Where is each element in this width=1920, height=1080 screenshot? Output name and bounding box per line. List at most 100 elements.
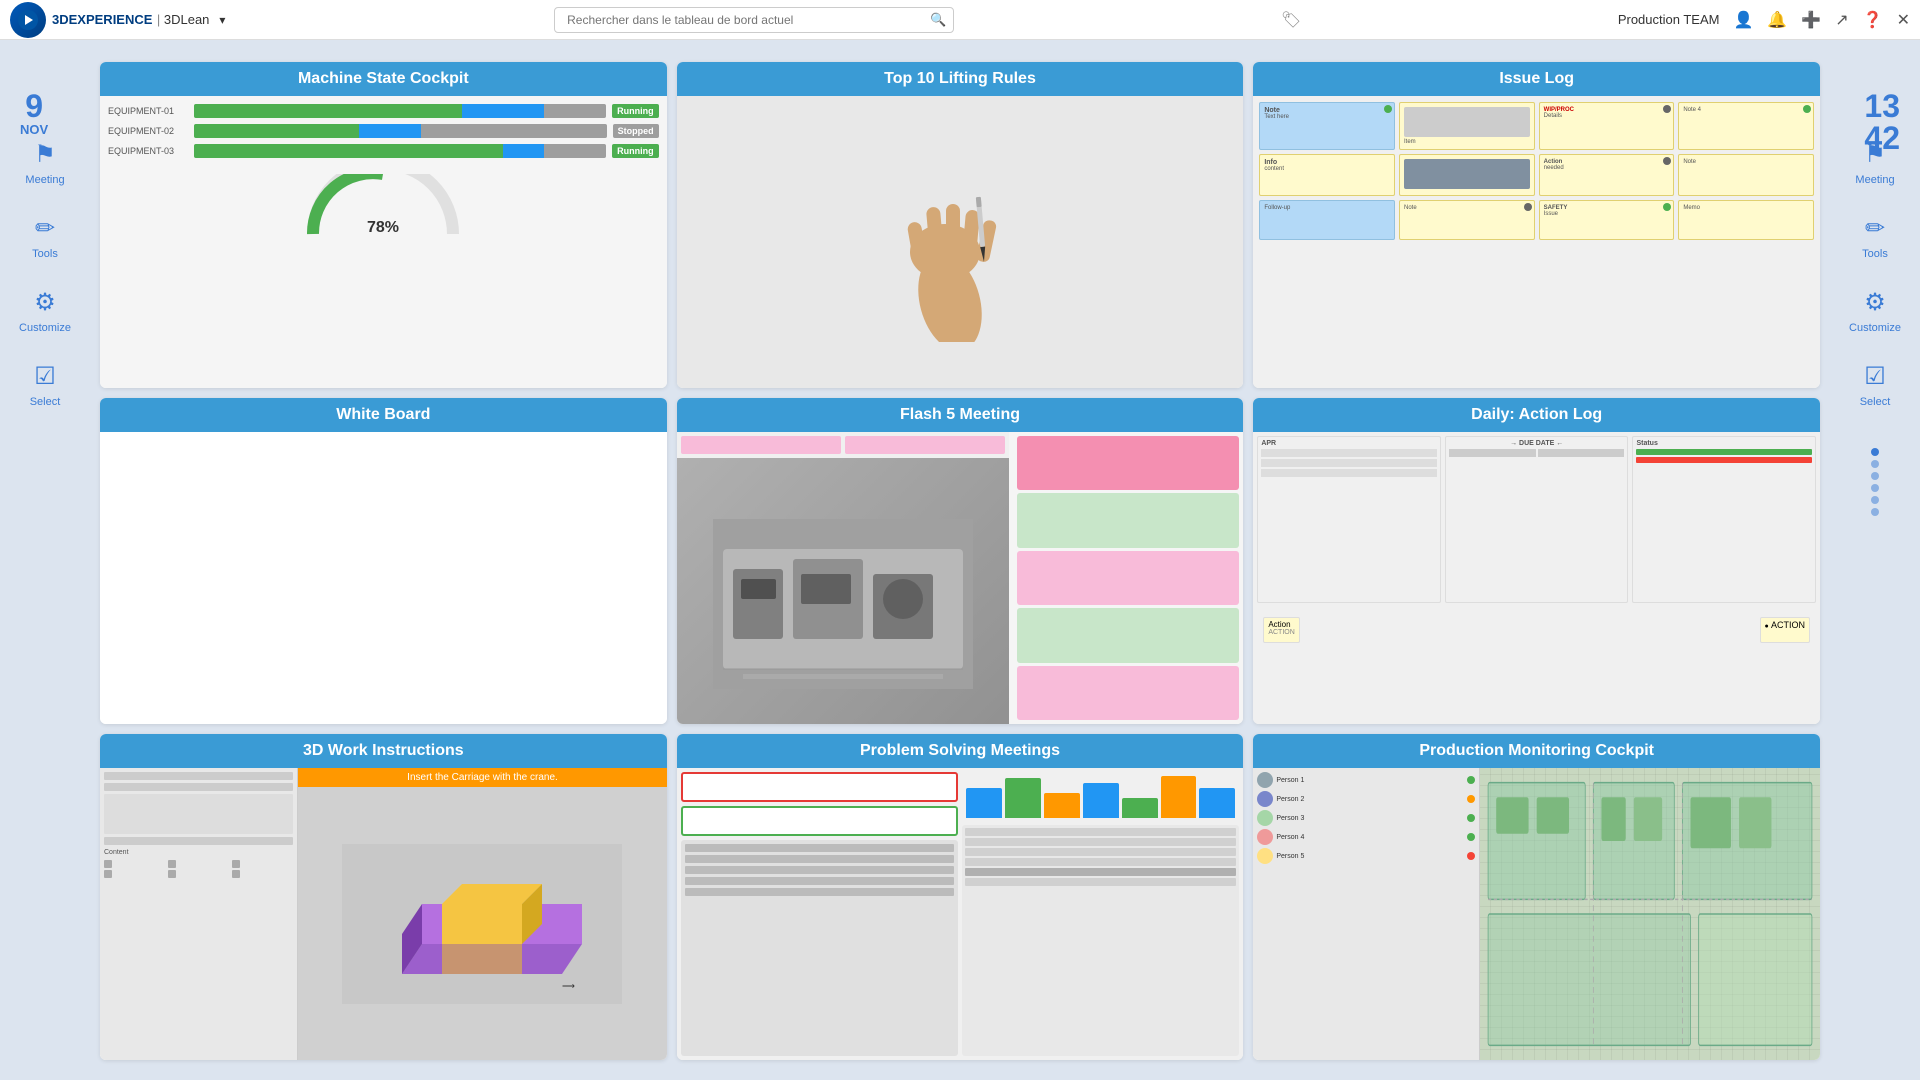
pm-map-view [1480,768,1820,1060]
tile-issue-log[interactable]: Issue Log Note Text here Item WIP/PROC D… [1253,62,1820,388]
tile-body-whiteboard [100,432,667,724]
pm-personnel-table: Person 1 Person 2 Person 3 [1257,772,1475,864]
wi-3d-view: ⟶ [298,787,666,1060]
sidebar-item-meeting-left[interactable]: ⚑ Meeting [25,140,64,186]
search-bar: 🔍 [554,7,954,33]
tile-3d-work-instructions[interactable]: 3D Work Instructions Content [100,734,667,1060]
meeting-icon-left: ⚑ [34,140,56,169]
3d-part-svg: ⟶ [342,844,622,1004]
tile-top10-lifting[interactable]: Top 10 Lifting Rules [677,62,1244,388]
notify-icon[interactable]: 🔔 [1767,10,1787,30]
svg-text:78%: 78% [367,219,399,236]
tile-whiteboard[interactable]: White Board [100,398,667,724]
sticky-note-1: Note Text here [1259,102,1395,150]
dropdown-icon[interactable]: ▾ [219,13,225,27]
share-icon[interactable]: ↗ [1835,10,1848,30]
sticky-note-5: Info content [1259,154,1395,196]
ps-left-panel [681,772,958,1056]
add-icon[interactable]: ➕ [1801,10,1821,30]
tag-icon[interactable]: 🏷 [1281,10,1301,30]
logo[interactable]: 3DEXPERIENCE | 3DLean ▾ [10,2,225,38]
factory-svg [713,519,973,689]
app-header: 3DEXPERIENCE | 3DLean ▾ 🔍 🏷 Production T… [0,0,1920,40]
tile-header-machine-state: Machine State Cockpit [100,62,667,96]
date-widget: 9 NOV [20,90,48,137]
pm-list-panel: Person 1 Person 2 Person 3 [1253,768,1480,1060]
tile-header-pm: Production Monitoring Cockpit [1253,734,1820,768]
ps-bar-chart [962,772,1239,822]
close-icon[interactable]: ✕ [1897,10,1910,30]
dal-panel-2: → DUE DATE ← [1445,436,1629,603]
tile-header-flash5: Flash 5 Meeting [677,398,1244,432]
msc-gauge: 78% [293,174,473,244]
action-tag-2: ● ACTION [1760,617,1810,643]
svg-text:⟶: ⟶ [562,981,575,991]
ps-right-panel [962,772,1239,1056]
pm-floor-grid [1480,768,1820,1060]
tile-daily-action-log[interactable]: Daily: Action Log APR → DUE DATE ← [1253,398,1820,724]
hand-illustration [870,142,1050,342]
sticky-note-6 [1399,154,1535,196]
msc-row-3: EQUIPMENT-03 Running [108,144,659,158]
msc-row-1: EQUIPMENT-01 Running [108,104,659,118]
header-right: Production TEAM 👤 🔔 ➕ ↗ ❓ ✕ [1618,10,1910,30]
main-grid: Machine State Cockpit EQUIPMENT-01 Runni… [90,52,1830,1070]
tile-body-ps [677,768,1244,1060]
tile-body-pm: Person 1 Person 2 Person 3 [1253,768,1820,1060]
sidebar-item-customize-left[interactable]: ⚙ Customize [19,288,71,334]
tile-header-wi: 3D Work Instructions [100,734,667,768]
sidebar-right: 13 42 ⚑ Meeting ✏ Tools ⚙ Customize ☑ Se… [1830,40,1920,1080]
sticky-note-7: Action needed [1539,154,1675,196]
tile-header-lifting: Top 10 Lifting Rules [677,62,1244,96]
time-widget: 13 42 [1864,90,1900,154]
brand-text: 3DEXPERIENCE | 3DLean [52,11,209,29]
tools-icon-left: ✏ [35,214,55,243]
select-icon-left: ☑ [34,362,56,391]
sticky-note-10: Note [1399,200,1535,240]
wi-banner: Insert the Carriage with the crane. [298,768,666,787]
wi-left-panel: Content [100,768,298,1060]
sticky-note-2: Item [1399,102,1535,150]
sticky-note-11: SAFETY Issue [1539,200,1675,240]
flash5-factory [677,432,1010,724]
sidebar-item-tools-left[interactable]: ✏ Tools [32,214,58,260]
action-tag-1: Action ACTION [1263,617,1299,643]
tile-body-flash5 [677,432,1244,724]
scroll-dots [1871,448,1879,516]
tile-flash5[interactable]: Flash 5 Meeting [677,398,1244,724]
sticky-note-8: Note [1678,154,1814,196]
search-icon: 🔍 [930,12,946,28]
sticky-note-4: Note 4 [1678,102,1814,150]
ps-red-box [681,772,958,802]
sidebar-item-select-right[interactable]: ☑ Select [1860,362,1891,408]
pm-floorplan-svg [1480,768,1820,1060]
user-icon[interactable]: 👤 [1733,10,1753,30]
tile-body-machine-state: EQUIPMENT-01 Running EQUIPMENT-02 [100,96,667,388]
sticky-note-3: WIP/PROC Details [1539,102,1675,150]
tile-header-issue-log: Issue Log [1253,62,1820,96]
tile-production-monitoring[interactable]: Production Monitoring Cockpit Person 1 P… [1253,734,1820,1060]
msc-row-2: EQUIPMENT-02 Stopped [108,124,659,138]
sidebar-left: 9 NOV ⚑ Meeting ✏ Tools ⚙ Customize ☑ Se… [0,40,90,1080]
search-input[interactable] [554,7,954,33]
flash5-right-panel [1013,432,1243,724]
select-icon-right: ☑ [1864,362,1886,391]
customize-icon-right: ⚙ [1864,288,1886,317]
sidebar-item-select-left[interactable]: ☑ Select [30,362,61,408]
help-icon[interactable]: ❓ [1863,10,1883,30]
tile-body-wi: Content Insert the Carriage with the cra… [100,768,667,1060]
sidebar-item-tools-right[interactable]: ✏ Tools [1862,214,1888,260]
tile-body-lifting [677,96,1244,388]
dal-panel-3: Status [1632,436,1816,603]
ps-form [681,840,958,1056]
tile-body-issue-log: Note Text here Item WIP/PROC Details Not… [1253,96,1820,388]
ps-green-box [681,806,958,836]
tile-header-dal: Daily: Action Log [1253,398,1820,432]
tile-machine-state-cockpit[interactable]: Machine State Cockpit EQUIPMENT-01 Runni… [100,62,667,388]
logo-circle [10,2,46,38]
dal-panel-1: APR [1257,436,1441,603]
sidebar-item-customize-right[interactable]: ⚙ Customize [1849,288,1901,334]
tile-problem-solving[interactable]: Problem Solving Meetings [677,734,1244,1060]
sticky-note-9: Follow-up [1259,200,1395,240]
ps-data-table [962,825,1239,1056]
